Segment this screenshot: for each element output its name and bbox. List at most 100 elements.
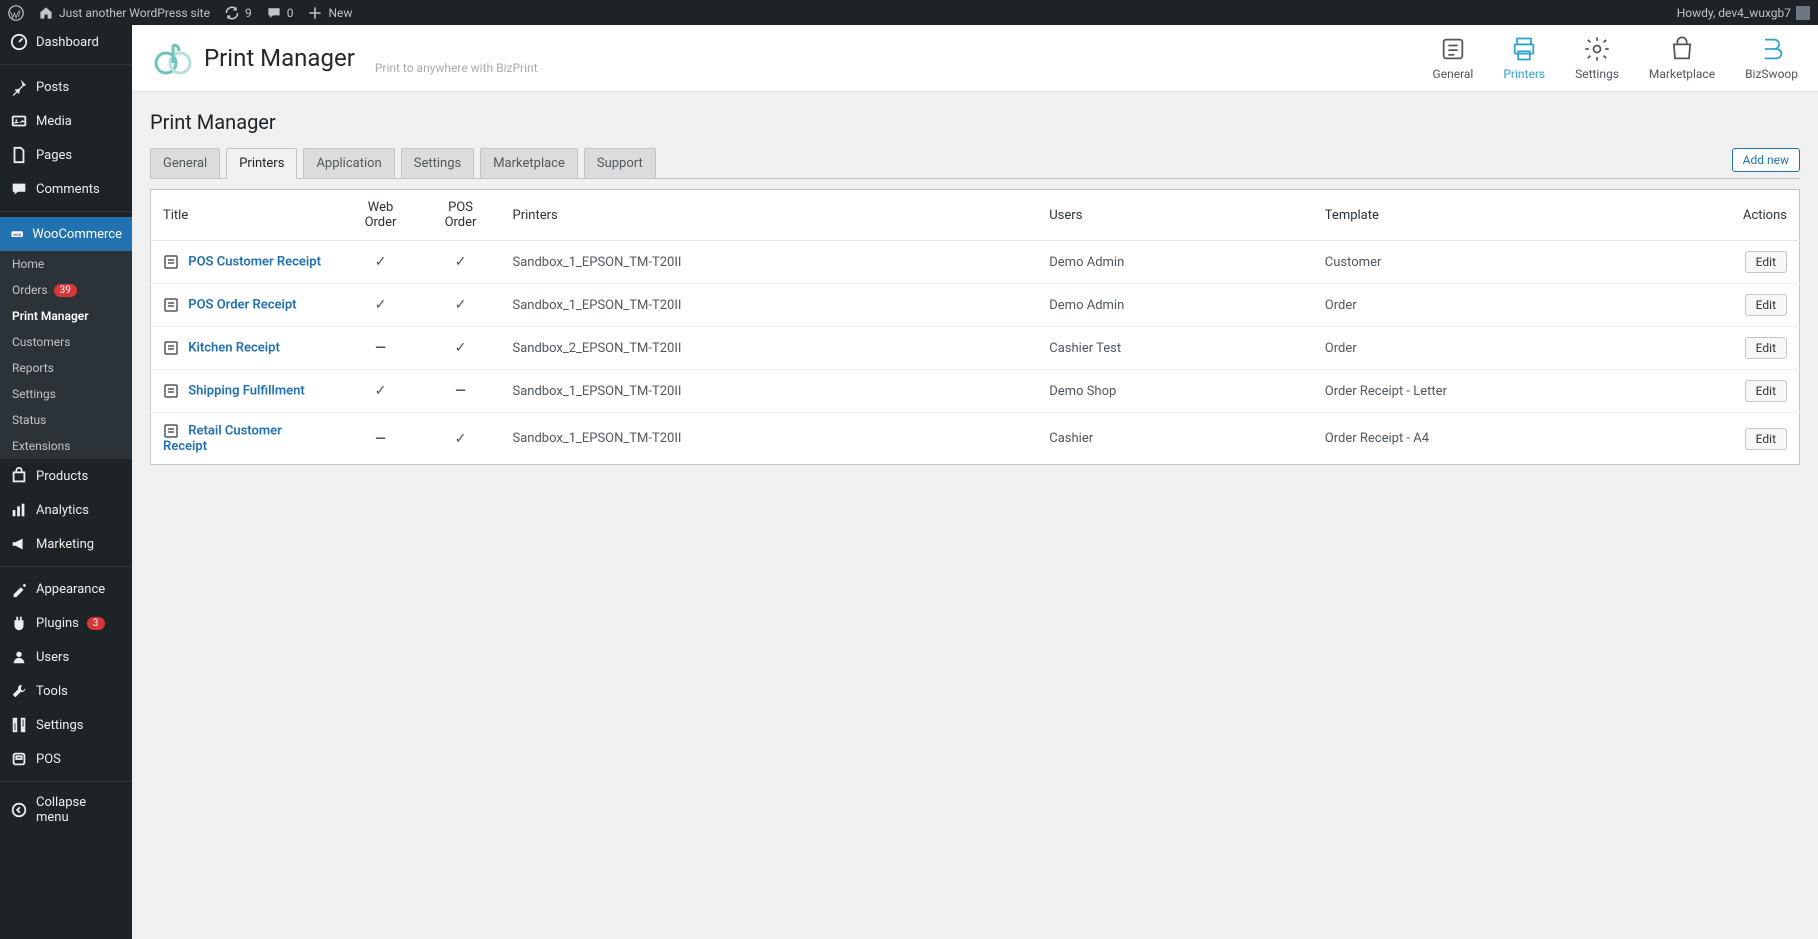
- site-name: Just another WordPress site: [59, 6, 210, 20]
- receipt-icon: [163, 383, 179, 399]
- menu-label: Pages: [36, 148, 72, 163]
- menu-label: Posts: [36, 80, 69, 95]
- edit-button[interactable]: Edit: [1745, 337, 1787, 359]
- tab-marketplace[interactable]: Marketplace: [480, 148, 578, 178]
- table-header-row: Title Web Order POS Order Printers Users…: [151, 190, 1800, 241]
- menu-comments[interactable]: Comments: [0, 172, 132, 206]
- col-template: Template: [1313, 190, 1720, 241]
- admin-sidebar: Dashboard Posts Media Pages Comments woo…: [0, 25, 132, 939]
- menu-users[interactable]: Users: [0, 640, 132, 674]
- menu-pos[interactable]: POS: [0, 742, 132, 776]
- howdy-text: Howdy, dev4_wuxgb7: [1677, 6, 1791, 20]
- printer-icon: [1510, 35, 1538, 63]
- gear-icon: [1583, 35, 1611, 63]
- comments-link[interactable]: 0: [266, 5, 294, 21]
- menu-marketing[interactable]: Marketing: [0, 527, 132, 561]
- tab-settings[interactable]: Settings: [401, 148, 474, 178]
- col-title: Title: [151, 190, 341, 241]
- home-icon: [38, 5, 54, 21]
- row-printers: Sandbox_1_EPSON_TM-T20II: [501, 284, 1038, 327]
- submenu-orders[interactable]: Orders 39: [0, 277, 132, 303]
- main-content: Print Manager Print to anywhere with Biz…: [132, 25, 1818, 483]
- tab-application[interactable]: Application: [303, 148, 394, 178]
- edit-button[interactable]: Edit: [1745, 251, 1787, 273]
- account-link[interactable]: Howdy, dev4_wuxgb7: [1677, 6, 1810, 20]
- tab-support[interactable]: Support: [584, 148, 656, 178]
- web-order-status: ✓: [375, 297, 387, 313]
- tab-nav: General Printers Application Settings Ma…: [150, 148, 1800, 179]
- row-title-link[interactable]: Shipping Fulfillment: [188, 383, 305, 398]
- row-title-link[interactable]: POS Customer Receipt: [188, 254, 321, 269]
- col-web-order: Web Order: [341, 190, 421, 241]
- nav-settings[interactable]: Settings: [1575, 35, 1619, 81]
- pos-order-status: ✓: [455, 254, 467, 270]
- submenu-reports[interactable]: Reports: [0, 355, 132, 381]
- site-link[interactable]: Just another WordPress site: [38, 5, 210, 21]
- menu-plugins[interactable]: Plugins 3: [0, 606, 132, 640]
- menu-products[interactable]: Products: [0, 459, 132, 493]
- edit-button[interactable]: Edit: [1745, 428, 1787, 450]
- brand-subtitle: Print to anywhere with BizPrint: [375, 61, 538, 79]
- wp-logo[interactable]: [8, 5, 24, 21]
- edit-button[interactable]: Edit: [1745, 380, 1787, 402]
- submenu-customers[interactable]: Customers: [0, 329, 132, 355]
- table-row: Retail Customer Receipt — ✓ Sandbox_1_EP…: [151, 413, 1800, 465]
- pin-icon: [10, 78, 28, 96]
- page-icon: [10, 146, 28, 164]
- add-new-button[interactable]: Add new: [1732, 148, 1800, 172]
- menu-tools[interactable]: Tools: [0, 674, 132, 708]
- row-printers: Sandbox_1_EPSON_TM-T20II: [501, 370, 1038, 413]
- menu-woocommerce[interactable]: woo WooCommerce: [0, 217, 132, 251]
- row-printers: Sandbox_1_EPSON_TM-T20II: [501, 413, 1038, 465]
- submenu-home[interactable]: Home: [0, 251, 132, 277]
- menu-label: Products: [36, 469, 88, 484]
- new-label: New: [328, 6, 352, 20]
- nav-printers[interactable]: Printers: [1503, 35, 1545, 81]
- submenu-extensions[interactable]: Extensions: [0, 433, 132, 459]
- nav-bizswoop[interactable]: BizSwoop: [1745, 35, 1798, 81]
- nav-general[interactable]: General: [1433, 35, 1474, 81]
- menu-label: Appearance: [36, 582, 105, 597]
- table-row: POS Customer Receipt ✓ ✓ Sandbox_1_EPSON…: [151, 241, 1800, 284]
- updates-link[interactable]: 9: [224, 5, 252, 21]
- pos-order-status: ✓: [455, 431, 467, 447]
- new-link[interactable]: New: [307, 5, 352, 21]
- collapse-menu[interactable]: Collapse menu: [0, 787, 132, 833]
- row-template: Order Receipt - Letter: [1313, 370, 1720, 413]
- submenu-status[interactable]: Status: [0, 407, 132, 433]
- receipt-icon: [163, 423, 179, 439]
- comments-count: 0: [287, 6, 294, 20]
- web-order-status: ✓: [375, 383, 387, 399]
- plugins-icon: [10, 614, 28, 632]
- row-title-link[interactable]: Kitchen Receipt: [188, 340, 280, 355]
- menu-posts[interactable]: Posts: [0, 70, 132, 104]
- table-row: POS Order Receipt ✓ ✓ Sandbox_1_EPSON_TM…: [151, 284, 1800, 327]
- svg-text:woo: woo: [13, 233, 22, 238]
- tab-general[interactable]: General: [150, 148, 220, 178]
- nav-marketplace[interactable]: Marketplace: [1649, 35, 1715, 81]
- marketing-icon: [10, 535, 28, 553]
- menu-label: Users: [36, 650, 69, 665]
- row-title-link[interactable]: Retail Customer Receipt: [163, 423, 282, 454]
- menu-analytics[interactable]: Analytics: [0, 493, 132, 527]
- web-order-status: —: [375, 431, 386, 447]
- row-printers: Sandbox_1_EPSON_TM-T20II: [501, 241, 1038, 284]
- col-users: Users: [1037, 190, 1313, 241]
- menu-settings[interactable]: Settings: [0, 708, 132, 742]
- menu-appearance[interactable]: Appearance: [0, 572, 132, 606]
- tab-printers[interactable]: Printers: [226, 148, 297, 179]
- row-users: Demo Admin: [1037, 284, 1313, 327]
- woocommerce-submenu: Home Orders 39 Print Manager Customers R…: [0, 251, 132, 459]
- submenu-print-manager[interactable]: Print Manager: [0, 303, 132, 329]
- edit-button[interactable]: Edit: [1745, 294, 1787, 316]
- row-title-link[interactable]: POS Order Receipt: [188, 297, 296, 312]
- menu-media[interactable]: Media: [0, 104, 132, 138]
- analytics-icon: [10, 501, 28, 519]
- menu-label: Media: [36, 114, 72, 129]
- bizswoop-icon: [1758, 35, 1786, 63]
- brand-title: Print Manager: [204, 44, 355, 72]
- menu-dashboard[interactable]: Dashboard: [0, 25, 132, 59]
- bag-icon: [1668, 35, 1696, 63]
- menu-pages[interactable]: Pages: [0, 138, 132, 172]
- submenu-settings[interactable]: Settings: [0, 381, 132, 407]
